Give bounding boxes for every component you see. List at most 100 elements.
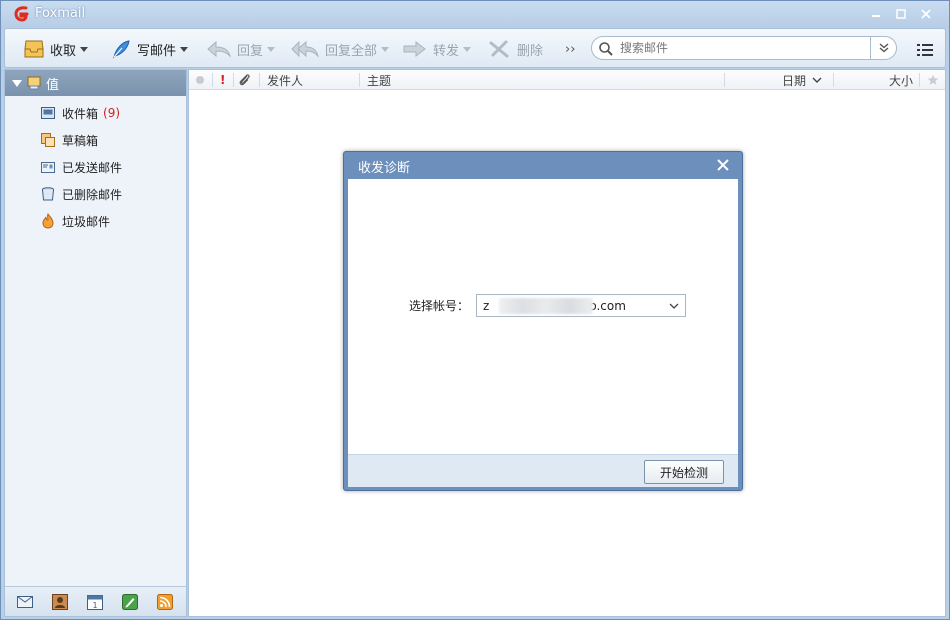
inbox-icon — [41, 107, 55, 119]
minimize-button[interactable] — [865, 5, 887, 23]
chevron-down-icon — [267, 46, 276, 52]
column-divider — [359, 73, 360, 87]
delete-x-icon — [489, 40, 509, 58]
redacted-account-mask — [499, 298, 593, 314]
account-name: 值 — [46, 77, 60, 93]
column-divider — [259, 73, 260, 87]
folder-label: 已删除邮件 — [62, 187, 123, 202]
feather-pen-icon — [113, 40, 130, 59]
dialog-footer: 开始检测 — [348, 454, 738, 487]
reply-label: 回复 — [237, 43, 264, 59]
dialog-close-icon[interactable] — [716, 158, 730, 172]
reply-arrow-icon — [207, 40, 232, 58]
title-bar: Foxmail — [1, 1, 949, 28]
account-select-label: 选择帐号： — [409, 299, 470, 313]
search-options-button[interactable] — [870, 37, 896, 59]
search-input[interactable] — [620, 40, 865, 56]
chevron-down-icon — [80, 46, 89, 52]
main-menu-button[interactable] — [916, 39, 939, 61]
chevron-down-icon — [180, 46, 189, 52]
unread-count-badge: (9) — [103, 106, 121, 120]
reply-button[interactable]: 回复 — [206, 38, 276, 60]
compose-label: 写邮件 — [137, 43, 177, 59]
notes-icon[interactable] — [121, 593, 139, 611]
forward-label: 转发 — [433, 43, 460, 59]
main-toolbar: 收取 写邮件 回复 回复全部 转发 删除 ›› 搜索邮件 — [4, 28, 946, 68]
close-button[interactable] — [915, 5, 937, 23]
reply-all-arrow-icon — [291, 40, 320, 58]
column-divider — [833, 73, 834, 87]
start-check-button[interactable]: 开始检测 — [644, 460, 724, 484]
account-value-suffix: o.com — [589, 298, 626, 313]
contacts-icon[interactable] — [51, 593, 69, 611]
folder-junk[interactable]: 垃圾邮件 — [40, 210, 110, 232]
chevron-down-icon — [669, 303, 679, 309]
forward-button[interactable]: 转发 — [402, 38, 472, 60]
attachment-column[interactable] — [238, 70, 252, 90]
search-icon — [599, 42, 613, 56]
folder-inbox[interactable]: 收件箱 (9) — [40, 102, 120, 124]
search-box — [591, 36, 897, 60]
chevron-down-icon — [381, 46, 390, 52]
subject-column[interactable]: 主题 — [367, 70, 391, 90]
app-title: Foxmail — [35, 6, 86, 21]
dialog-title: 收发诊断 — [358, 161, 411, 176]
minimize-icon — [872, 15, 880, 17]
receive-button[interactable]: 收取 — [23, 38, 89, 60]
account-icon — [27, 76, 41, 90]
calendar-icon[interactable]: 1 — [86, 593, 104, 611]
folder-deleted[interactable]: 已删除邮件 — [40, 183, 122, 205]
folder-label: 垃圾邮件 — [62, 214, 111, 229]
compose-button[interactable]: 写邮件 — [110, 38, 189, 60]
more-tools-label: ›› — [565, 41, 576, 57]
foxmail-window: Foxmail 收取 写邮件 回复 回复全部 转发 删除 ›› 搜索邮件 值 收… — [0, 0, 950, 620]
sort-chevron-down-icon — [812, 77, 822, 83]
menu-list-icon — [917, 44, 933, 56]
expand-triangle-icon — [12, 80, 22, 87]
date-column[interactable]: 日期 — [782, 70, 822, 90]
mail-list-header: ! 发件人 主题 日期 大小 — [189, 70, 945, 90]
more-tools-button[interactable]: ›› — [565, 38, 575, 60]
svg-text:1: 1 — [92, 601, 97, 610]
diagnostic-dialog: 收发诊断 选择帐号： z o.com 开始检测 — [343, 151, 743, 491]
reply-all-button[interactable]: 回复全部 — [290, 38, 390, 60]
folder-drafts[interactable]: 草稿箱 — [40, 129, 98, 151]
reply-all-label: 回复全部 — [325, 43, 378, 59]
star-icon — [927, 74, 939, 85]
read-status-column[interactable] — [195, 70, 205, 90]
chevron-down-icon — [463, 46, 472, 52]
close-icon — [921, 9, 931, 19]
account-value-prefix: z — [483, 298, 490, 313]
foxmail-logo-icon — [14, 6, 29, 22]
column-divider — [919, 73, 920, 87]
maximize-icon — [896, 9, 906, 19]
flag-column[interactable] — [927, 70, 939, 90]
sidebar-bottom-bar: 1 — [5, 586, 186, 616]
dialog-body: 选择帐号： z o.com — [348, 179, 738, 454]
trash-can-icon — [42, 187, 54, 201]
drafts-icon — [41, 133, 55, 147]
double-chevron-down-icon — [879, 43, 888, 53]
sent-mail-icon — [41, 162, 55, 173]
date-column-label: 日期 — [782, 73, 807, 88]
folder-label: 草稿箱 — [62, 133, 99, 148]
rss-feed-icon[interactable] — [156, 593, 174, 611]
priority-column[interactable]: ! — [220, 70, 225, 90]
folder-sidebar: 值 收件箱 (9) 草稿箱 已发送邮件 已删除邮件 垃圾邮件 1 — [4, 69, 187, 617]
column-divider — [233, 73, 234, 87]
junk-fire-icon — [42, 213, 54, 229]
sender-column[interactable]: 发件人 — [267, 70, 303, 90]
size-column[interactable]: 大小 — [889, 70, 913, 90]
receive-label: 收取 — [50, 43, 77, 59]
folder-label: 已发送邮件 — [62, 160, 123, 175]
folder-sent[interactable]: 已发送邮件 — [40, 156, 122, 178]
paperclip-icon — [239, 74, 250, 86]
mail-view-icon[interactable] — [16, 593, 34, 611]
inbox-tray-icon — [24, 40, 44, 58]
delete-label: 删除 — [517, 43, 544, 59]
account-row[interactable]: 值 — [5, 70, 186, 96]
maximize-button[interactable] — [890, 5, 912, 23]
delete-button[interactable]: 删除 — [488, 38, 543, 60]
account-select[interactable]: z o.com — [476, 294, 686, 317]
folder-label: 收件箱 — [62, 106, 99, 121]
